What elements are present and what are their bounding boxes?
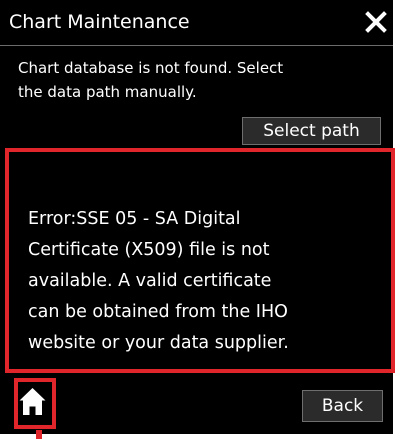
title-bar: Chart Maintenance [0, 0, 393, 45]
home-highlight-frame [14, 378, 56, 429]
status-message-line-2: the data path manually. [18, 83, 197, 101]
status-message: Chart database is not found. Select the … [18, 56, 378, 104]
close-button[interactable] [363, 9, 389, 35]
close-icon [365, 11, 387, 33]
title-divider [0, 45, 393, 46]
select-path-button[interactable]: Select path [242, 117, 381, 145]
back-button[interactable]: Back [302, 390, 383, 422]
status-message-line-1: Chart database is not found. Select [18, 59, 284, 77]
highlight-pointer-mark [36, 430, 42, 439]
error-highlight-frame [5, 148, 395, 373]
dialog-title: Chart Maintenance [9, 11, 190, 33]
